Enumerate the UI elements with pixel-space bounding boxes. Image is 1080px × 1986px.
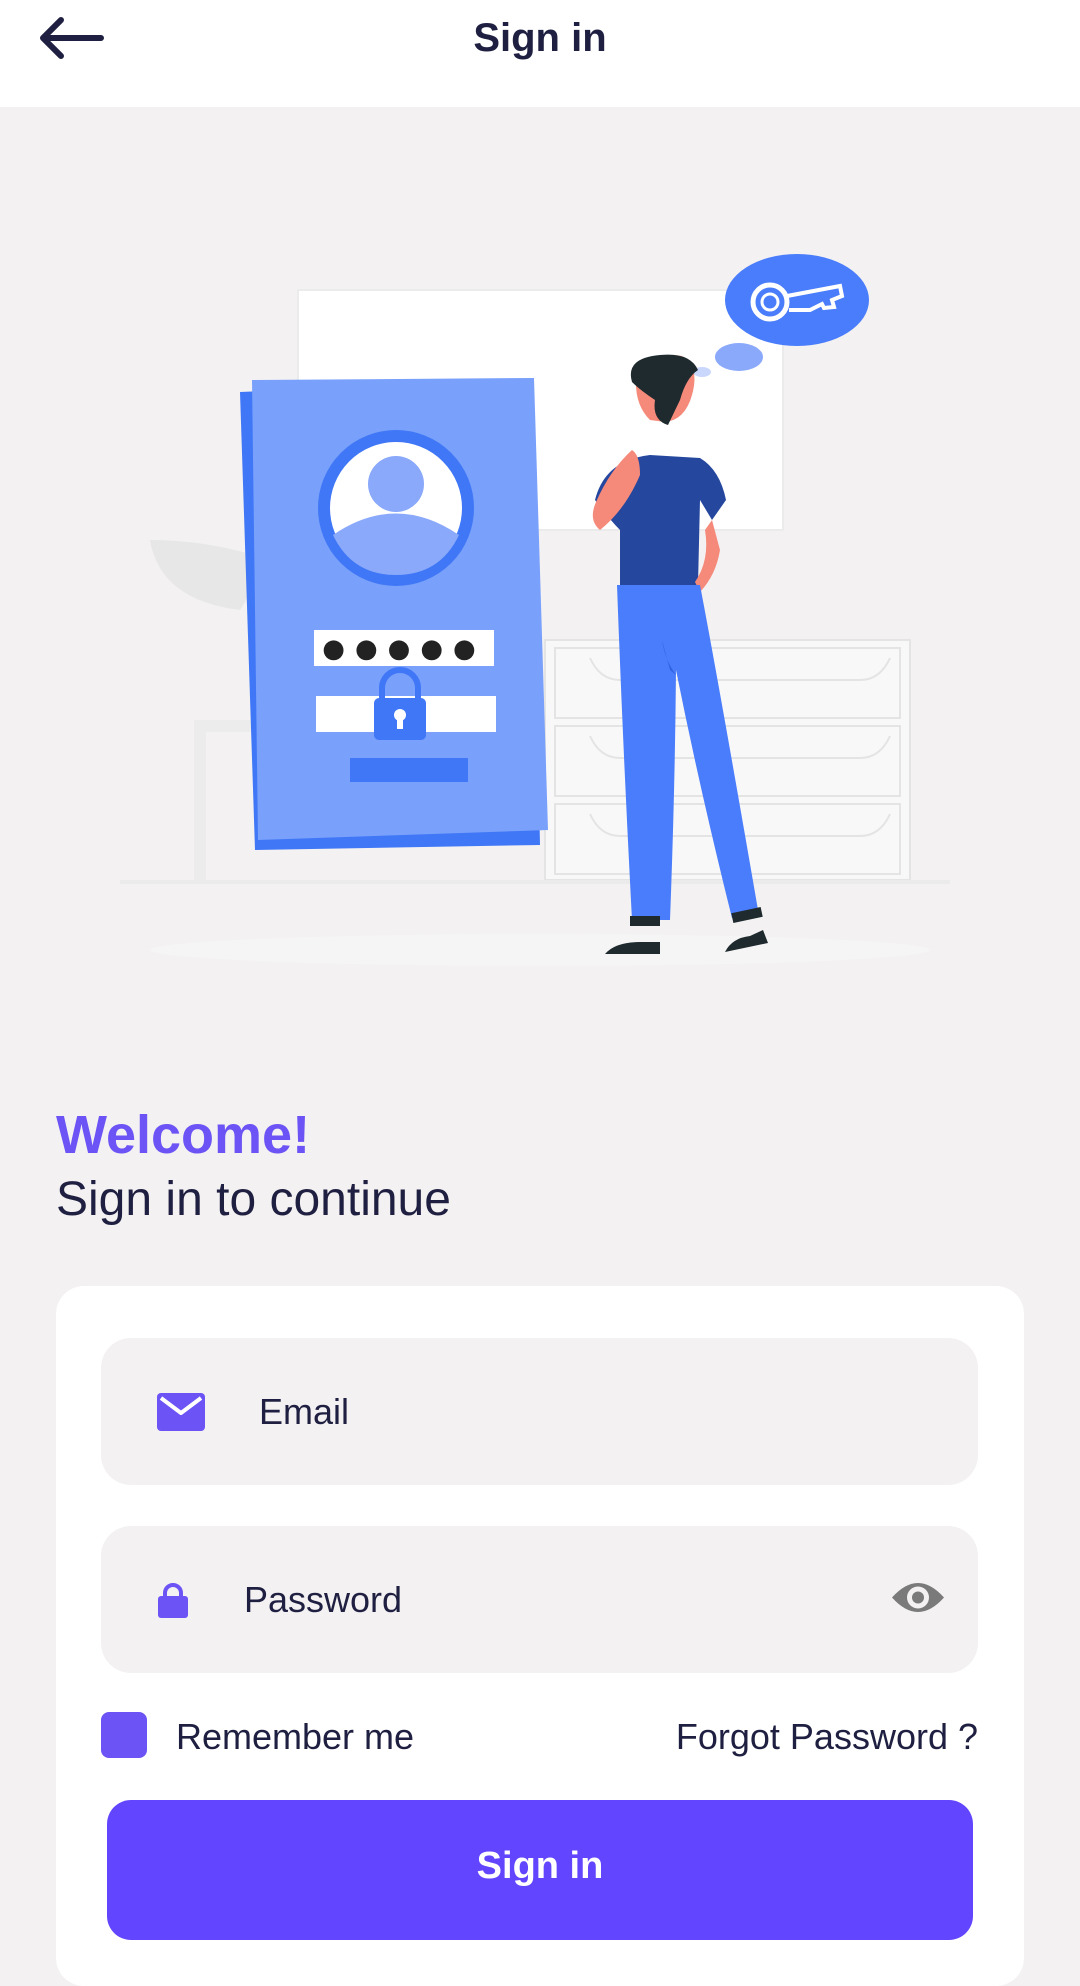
arrow-left-icon [40,17,104,59]
welcome-title: Welcome! [56,1105,311,1165]
email-field[interactable] [101,1338,978,1485]
password-input[interactable] [244,1569,804,1630]
sign-in-button[interactable]: Sign in [107,1800,973,1940]
email-input[interactable] [259,1381,899,1442]
mail-icon [157,1392,205,1431]
forgot-password-link[interactable]: Forgot Password ? [676,1716,978,1758]
app-header: Sign in [0,0,1080,107]
remember-row: Remember me Forgot Password ? [101,1712,978,1762]
page-title: Sign in [473,16,607,60]
login-illustration: ●●●●● [120,254,950,966]
back-button[interactable] [30,8,110,68]
remember-label: Remember me [176,1716,415,1757]
remember-checkbox[interactable] [101,1712,147,1758]
sign-in-card: Remember me Forgot Password ? Sign in [56,1286,1024,1986]
lock-icon [157,1582,189,1618]
password-dots: ●●●●● [322,634,485,664]
welcome-subtitle: Sign in to continue [56,1173,451,1226]
thought-bubble-shape [725,254,869,346]
password-field[interactable] [101,1526,978,1673]
eye-icon[interactable] [890,1578,946,1621]
